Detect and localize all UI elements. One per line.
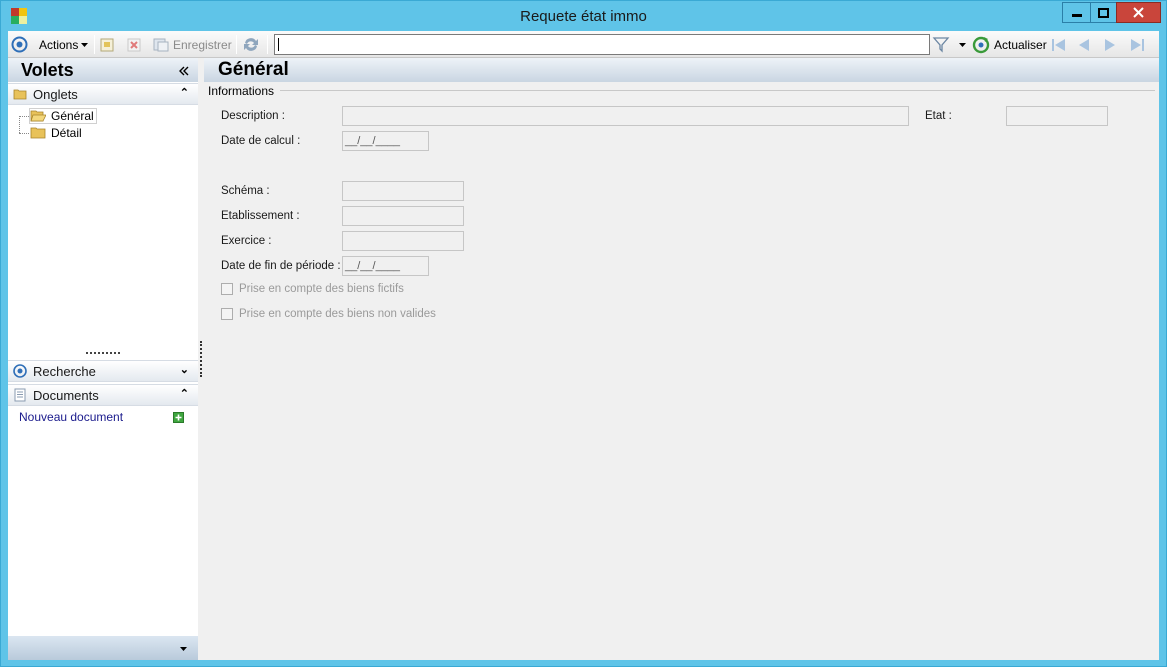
fictifs-checkbox-row[interactable]: Prise en compte des biens fictifs	[221, 283, 404, 295]
save-icon	[153, 38, 169, 52]
date-fin-label: Date de fin de période :	[221, 260, 341, 272]
fictifs-checkbox[interactable]	[221, 283, 233, 295]
tree-item-detail[interactable]: Détail	[30, 125, 82, 141]
main-header: Général	[204, 58, 1159, 82]
first-record-button[interactable]	[1051, 35, 1067, 54]
volets-header: Volets	[8, 58, 198, 82]
page-title: Général	[218, 59, 289, 80]
maximize-icon	[1098, 7, 1109, 18]
last-record-button[interactable]	[1129, 35, 1145, 54]
main-panel: Général Informations Description : Etat …	[204, 58, 1159, 660]
fictifs-label: Prise en compte des biens fictifs	[239, 283, 404, 295]
description-label: Description :	[221, 110, 285, 122]
target-icon	[13, 364, 27, 378]
recherche-section-header[interactable]: Recherche ⌄	[8, 360, 198, 382]
panel-bottom-bar	[8, 636, 198, 660]
description-field[interactable]	[342, 106, 909, 126]
actions-label: Actions	[39, 37, 79, 52]
tree-item-label: Général	[51, 109, 94, 123]
target-icon	[11, 36, 28, 53]
delete-button[interactable]	[127, 35, 141, 54]
documents-section-header[interactable]: Documents ⌃	[8, 384, 198, 406]
save-button[interactable]: Enregistrer	[153, 35, 232, 54]
close-icon	[1133, 7, 1144, 18]
date-calcul-label: Date de calcul :	[221, 135, 301, 147]
first-icon	[1052, 38, 1065, 51]
dropdown-arrow-icon	[81, 42, 89, 47]
schema-field[interactable]	[342, 181, 464, 201]
previous-record-button[interactable]	[1077, 35, 1091, 54]
exercice-field[interactable]	[342, 231, 464, 251]
date-fin-field[interactable]: __/__/____	[342, 256, 429, 276]
refresh-label: Actualiser	[994, 37, 1047, 52]
etat-field[interactable]	[1006, 106, 1108, 126]
document-icon	[14, 388, 26, 402]
etat-label: Etat :	[925, 110, 952, 122]
exercice-label: Exercice :	[221, 235, 272, 247]
filter-dropdown[interactable]	[958, 35, 967, 54]
add-icon[interactable]	[173, 412, 184, 423]
sync-button[interactable]	[242, 35, 260, 54]
filter-button[interactable]	[932, 35, 950, 54]
application-window: Requete état immo Actions Enregistrer Ac…	[0, 0, 1167, 667]
onglets-label: Onglets	[33, 87, 78, 102]
collapse-panel-icon[interactable]	[178, 66, 190, 76]
panel-splitter[interactable]	[200, 341, 202, 377]
chevron-down-icon: ⌄	[179, 364, 189, 376]
next-icon	[1105, 38, 1115, 51]
toolbar: Actions Enregistrer Actualiser	[8, 31, 1159, 58]
onglets-section-header[interactable]: Onglets ⌃	[8, 83, 198, 105]
date-calcul-field[interactable]: __/__/____	[342, 131, 429, 151]
splitter-grip[interactable]	[86, 352, 120, 354]
previous-icon	[1079, 38, 1089, 51]
next-record-button[interactable]	[1103, 35, 1117, 54]
sync-icon	[244, 38, 258, 51]
open-folder-icon	[30, 110, 46, 122]
delete-icon	[127, 38, 141, 51]
last-icon	[1131, 38, 1144, 51]
recherche-label: Recherche	[33, 364, 96, 379]
dropdown-arrow-icon[interactable]	[179, 646, 188, 652]
group-label: Informations	[208, 84, 275, 98]
actions-menu[interactable]: Actions	[39, 35, 89, 54]
minimize-button[interactable]	[1062, 2, 1090, 23]
chevron-up-icon: ⌃	[179, 87, 189, 99]
dropdown-arrow-icon	[959, 42, 966, 47]
window-title: Requete état immo	[520, 8, 647, 25]
etablissement-label: Etablissement :	[221, 210, 300, 222]
non-valides-checkbox-row[interactable]: Prise en compte des biens non valides	[221, 308, 436, 320]
volets-title: Volets	[21, 60, 74, 80]
non-valides-checkbox[interactable]	[221, 308, 233, 320]
folder-icon	[30, 127, 46, 139]
new-document-link[interactable]: Nouveau document	[19, 410, 123, 424]
new-document-icon	[100, 38, 114, 51]
documents-label: Documents	[33, 388, 99, 403]
refresh-icon	[972, 36, 990, 53]
left-panel: Volets Onglets ⌃ Général Détail Recherch…	[8, 58, 198, 660]
client-area: Actions Enregistrer Actualiser Volets On…	[8, 31, 1159, 660]
new-button[interactable]	[100, 35, 114, 54]
tree-item-general[interactable]: Général	[29, 108, 97, 124]
non-valides-label: Prise en compte des biens non valides	[239, 308, 436, 320]
maximize-button[interactable]	[1090, 2, 1116, 23]
close-button[interactable]	[1116, 2, 1161, 23]
minimize-icon	[1071, 13, 1082, 17]
search-input[interactable]	[274, 34, 930, 55]
etablissement-field[interactable]	[342, 206, 464, 226]
tree-item-label: Détail	[51, 126, 82, 140]
filter-icon	[932, 37, 950, 53]
folder-icon	[13, 89, 27, 100]
chevron-up-icon: ⌃	[179, 388, 189, 400]
schema-label: Schéma :	[221, 185, 270, 197]
nav-menu-button[interactable]	[11, 35, 28, 54]
title-bar[interactable]: Requete état immo	[1, 1, 1166, 31]
save-label: Enregistrer	[173, 37, 232, 52]
refresh-button[interactable]: Actualiser	[972, 35, 1047, 54]
